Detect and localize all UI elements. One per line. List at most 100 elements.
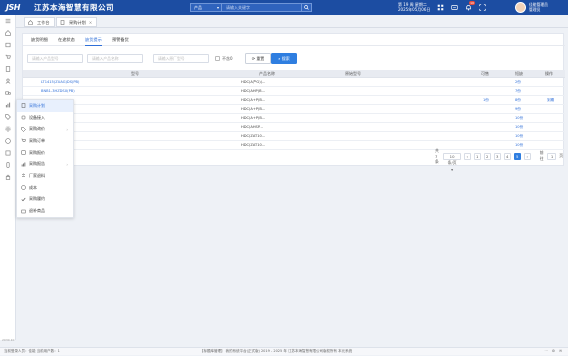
close-icon[interactable]: × (89, 20, 93, 25)
search-type-select[interactable]: 产品 ▾ (190, 3, 222, 12)
cell-short: 9份 (515, 107, 521, 111)
page-5[interactable]: 5 (513, 152, 521, 160)
truck-icon[interactable] (0, 87, 16, 99)
product-code-input[interactable]: 请输入产品型号 (27, 54, 83, 63)
user-icon[interactable] (0, 75, 16, 87)
menu-item-label: 采购订单 (29, 137, 45, 143)
prev-page-button[interactable]: ‹ (463, 152, 471, 160)
search-submit-button[interactable]: ⌕ 搜索 (271, 53, 297, 64)
page-3[interactable]: 3 (493, 152, 501, 160)
cell-name: HDC(A产G)(... (241, 80, 266, 84)
page-size-select[interactable]: 10条/页 ▾ (443, 152, 461, 172)
table-row[interactable]: BNB1-3HZDSX(PB) HDC(AHP(B... 7份 (23, 87, 565, 96)
reset-button[interactable]: ⟳ 重置 (245, 53, 271, 64)
page-2[interactable]: 2 (483, 152, 491, 160)
menu-toggle-icon[interactable] (0, 15, 16, 27)
cell-name: HDC(ZAT10... (241, 134, 266, 138)
table-header: 型号 产品名称 原始型号 可售 短缺 操作 (23, 70, 565, 78)
subtab-shortage-tip[interactable]: 缺货提示 (85, 37, 102, 46)
menu-item-label: 采购履约 (29, 196, 45, 202)
more-icon[interactable]: ⋯ (544, 348, 548, 356)
menu-item-6[interactable]: 厂家退料 (17, 170, 73, 182)
footer-left: 当前登录人员：佳能 当前用户数：1 (4, 348, 60, 356)
lock-icon[interactable] (0, 171, 16, 183)
gear-icon[interactable]: ⚙ (552, 348, 555, 356)
phone-icon[interactable] (0, 159, 16, 171)
subtab-alert-stock[interactable]: 预警备货 (112, 37, 129, 43)
table-row[interactable]: LT1415(ZUAG)DS(PB) HDC(A产G)(... 2份 (23, 78, 565, 87)
bell-icon[interactable]: 10 (464, 1, 475, 11)
menu-item-9[interactable]: 退补商品 (17, 205, 73, 217)
page-size-label: 10条/页 (447, 153, 457, 166)
search-icon (304, 5, 309, 10)
menu-item-label: 退补商品 (29, 208, 45, 214)
cell-short: 10份 (515, 125, 524, 129)
cell-op[interactable]: 到期 (547, 96, 554, 105)
menu-item-0[interactable]: 采购计划 (17, 100, 73, 112)
menu-item-3[interactable]: 采购订单 (17, 135, 73, 147)
message-icon[interactable] (450, 3, 458, 11)
menu-item-7[interactable]: 成本 (17, 182, 73, 194)
avatar (515, 2, 526, 13)
tab-purchase-plan[interactable]: 采购计划 × (56, 17, 98, 27)
menu-item-5[interactable]: 采购报告 › (17, 158, 73, 170)
subtab-shortage-detail[interactable]: 缺货明细 (31, 37, 48, 43)
notification-badge: 10 (469, 1, 475, 5)
fullscreen-icon[interactable] (478, 3, 486, 11)
main-card: 缺货明细 在途状态 缺货提示 预警备货 请输入产品型号 请输入产品名称 请输入原… (22, 33, 565, 172)
cart-icon[interactable] (0, 51, 16, 63)
subtab-in-transit[interactable]: 在途状态 (58, 37, 75, 43)
box-icon (21, 209, 26, 213)
settings-icon[interactable] (0, 123, 16, 135)
table-row[interactable]: HDC(ZAT10... 10份 (23, 141, 565, 150)
col-orig: 原始型号 (345, 71, 361, 76)
page-4[interactable]: 4 (503, 152, 511, 160)
home-icon[interactable] (0, 27, 16, 39)
report-icon[interactable] (0, 147, 16, 159)
search-input[interactable]: 请输入关键字 (222, 3, 302, 12)
search-button[interactable] (302, 3, 312, 12)
cell-name: HDC(A+P(B... (241, 98, 266, 102)
cell-code[interactable]: LT1415(ZUAG)DS(PB) (41, 78, 79, 87)
menu-item-4[interactable]: 采购报价 (17, 147, 73, 159)
top-icons: 10 (436, 1, 486, 11)
menu-item-2[interactable]: 采购询价 › (17, 123, 73, 135)
cell-code[interactable]: BNB1-3HZDSX(PB) (41, 87, 75, 96)
product-name-input[interactable]: 请输入产品名称 (87, 54, 143, 63)
next-page-button[interactable]: › (523, 152, 531, 160)
mail-icon[interactable]: ✉ (559, 348, 562, 356)
user-role: 管理员 (529, 6, 541, 12)
table-row[interactable]: HDC(A+P(B... 9份 (23, 105, 565, 114)
menu-item-8[interactable]: 采购履约 (17, 194, 73, 206)
table-row[interactable]: HDC(A+P(B... 1份 8份 到期 (23, 96, 565, 105)
page-1[interactable]: 1 (473, 152, 481, 160)
chevron-down-icon: ▾ (216, 5, 219, 10)
menu-item-1[interactable]: 设备接入 (17, 112, 73, 124)
cell-short: 10份 (515, 143, 524, 147)
company-logo: JSH (6, 3, 20, 12)
table-row[interactable]: HDC(AHSP... 10份 (23, 123, 565, 132)
page-unit: 页 (559, 153, 563, 158)
cell-short: 10份 (515, 116, 524, 120)
grid-icon[interactable] (436, 3, 444, 11)
left-sidebar (0, 15, 16, 340)
original-code-input[interactable]: 请输入原厂型号 (153, 54, 209, 63)
tag-icon (21, 126, 26, 132)
exclude-zero-checkbox[interactable] (215, 56, 220, 61)
date-text: 2025年05月06日 (398, 7, 431, 12)
finance-icon[interactable] (0, 135, 16, 147)
data-table: 型号 产品名称 原始型号 可售 短缺 操作 LT1415(ZUAG)DS(PB)… (23, 70, 565, 150)
box-icon[interactable] (0, 39, 16, 51)
tag-icon[interactable] (0, 111, 16, 123)
tab-workbench[interactable]: 工作台 (24, 17, 55, 27)
user-menu[interactable]: 佳能管理员 管理员 (515, 2, 548, 13)
doc-icon[interactable] (0, 63, 16, 75)
table-body: LT1415(ZUAG)DS(PB) HDC(A产G)(... 2份 BNB1-3HZ… (23, 78, 565, 150)
purchase-menu-dropdown: 采购计划 设备接入 采购询价 › 采购订单采购报价 采购报告 › 厂家退料 成本采购履约退补商品 (16, 99, 74, 218)
table-row[interactable]: HDC(A+P(B... 10份 (23, 114, 565, 123)
quote-icon (21, 150, 26, 155)
goto-page-input[interactable]: 1 (546, 152, 557, 160)
chart-icon[interactable] (0, 99, 16, 111)
table-row[interactable]: HDC(ZAT10... 10份 (23, 132, 565, 141)
menu-item-label: 采购报告 (29, 161, 45, 167)
